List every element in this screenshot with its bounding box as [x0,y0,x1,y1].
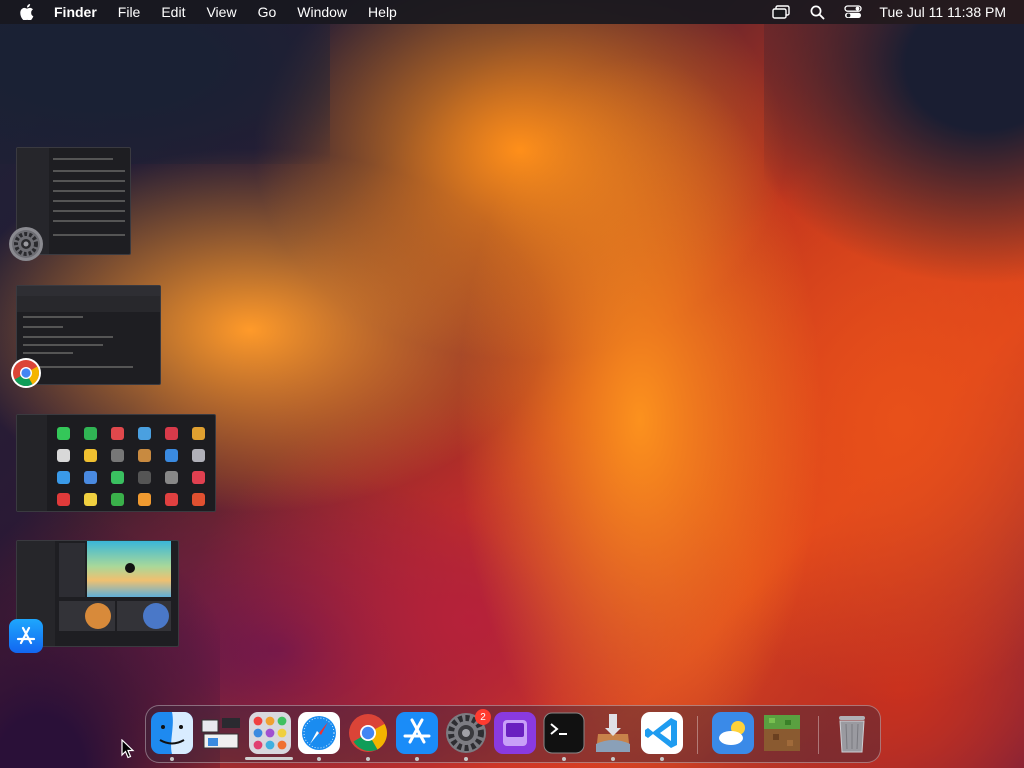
thumb-row [23,316,83,318]
apple-logo-icon[interactable] [18,3,36,21]
play-icon [125,563,135,573]
thumb-app-tile [57,471,70,484]
thumb-app-tile [192,493,205,506]
menu-window[interactable]: Window [297,0,347,24]
dock-minecraft-icon[interactable] [761,712,803,754]
thumb-art [143,603,169,629]
thumb-app-tile [84,449,97,462]
thumb-app-tile [165,449,178,462]
dock-running-indicator [415,757,419,761]
thumb-row [53,200,125,202]
thumb-row [53,170,125,172]
mouse-cursor-icon [121,738,135,764]
menu-go[interactable]: Go [258,0,277,24]
thumb-app-tile [192,427,205,440]
thumb-tabbar [17,286,160,296]
thumb-app-tile [84,493,97,506]
thumb-app-tile [192,471,205,484]
display-mirroring-icon[interactable] [771,4,791,20]
thumb-app-tile [138,471,151,484]
thumb-app-tile [111,427,124,440]
dock: 2 [145,705,881,763]
wallpaper-shade [0,24,330,164]
thumb-app-tile [138,449,151,462]
dock-finder-icon[interactable] [151,712,193,754]
thumb-app-tile [165,493,178,506]
dock-installer-icon[interactable] [592,712,634,754]
thumb-app-tile [84,471,97,484]
dock-terminal-icon[interactable] [543,712,585,754]
dock-separator [697,716,698,754]
dock-running-indicator [660,757,664,761]
spotlight-search-icon[interactable] [807,4,827,20]
dock-running-indicator [170,757,174,761]
dock-running-indicator [464,757,468,761]
thumb-row [23,326,63,328]
dock-running-indicator [366,757,370,761]
app-store-icon[interactable] [9,619,43,653]
dock-weather-icon[interactable] [712,712,754,754]
thumb-row [23,344,103,346]
dock-mission-control-icon[interactable] [200,712,242,754]
thumb-app-tile [165,427,178,440]
dock-running-indicator [562,757,566,761]
dock-separator [818,716,819,754]
thumb-row [53,180,125,182]
system-settings-icon[interactable] [9,227,43,261]
thumb-app-tile [57,493,70,506]
thumb-row [53,234,125,236]
thumb-app-tile [138,493,151,506]
menu-bar: Finder File Edit View Go Window Help Tue… [0,0,1024,24]
control-center-icon[interactable] [843,4,863,20]
thumb-card [59,543,85,597]
menu-clock[interactable]: Tue Jul 11 11:38 PM [879,4,1006,20]
thumb-row [23,336,113,338]
dock-trash-icon[interactable] [831,712,873,754]
thumb-app-tile [57,449,70,462]
dock-safari-icon[interactable] [298,712,340,754]
dock-system-settings-icon[interactable]: 2 [445,709,491,754]
window-thumbnail-launchpad[interactable] [16,414,216,512]
dock-configurator-icon[interactable] [494,712,536,754]
thumb-toolbar [17,296,160,312]
menu-help[interactable]: Help [368,0,397,24]
thumb-app-tile [57,427,70,440]
thumb-row [53,210,125,212]
thumb-app-tile [84,427,97,440]
thumb-app-tile [138,427,151,440]
thumb-app-tile [111,493,124,506]
dock-chrome-icon[interactable] [347,712,389,754]
menu-file[interactable]: File [118,0,141,24]
dock-vscode-icon[interactable] [641,712,683,754]
thumb-row [53,158,113,160]
menu-app-name[interactable]: Finder [54,0,97,24]
thumb-sidebar [17,415,47,511]
wallpaper-shade [764,24,1024,324]
menu-edit[interactable]: Edit [161,0,185,24]
thumb-art [85,603,111,629]
thumb-app-tile [111,449,124,462]
thumb-row [53,190,125,192]
thumb-app-tile [165,471,178,484]
dock-scroll-indicator [245,757,293,760]
thumb-app-tile [111,471,124,484]
dock-running-indicator [317,757,321,761]
notification-badge: 2 [475,709,491,725]
menu-view[interactable]: View [206,0,236,24]
thumb-row [23,352,73,354]
thumb-row [53,220,125,222]
dock-app-store-icon[interactable] [396,712,438,754]
chrome-icon[interactable] [9,356,43,390]
dock-running-indicator [611,757,615,761]
dock-launchpad-icon[interactable] [249,712,291,754]
thumb-app-tile [192,449,205,462]
